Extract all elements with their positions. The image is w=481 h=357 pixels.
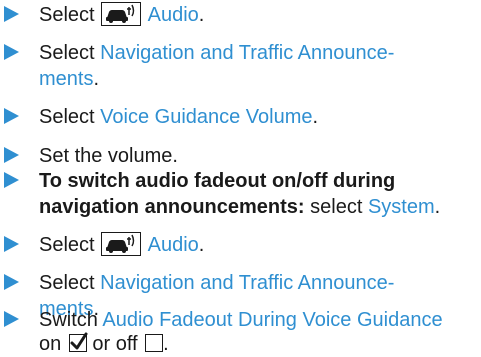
audio-link[interactable]: Audio xyxy=(148,234,199,256)
step-arrow-icon xyxy=(4,236,19,252)
system-link[interactable]: System xyxy=(368,196,435,218)
fadeout-heading: To switch audio fadeout on/off during xyxy=(39,170,396,192)
checkbox-checked-icon xyxy=(68,332,88,352)
step-arrow-icon xyxy=(4,6,19,22)
audio-fadeout-link[interactable]: Audio Fadeout During Voice Guidance xyxy=(102,309,442,331)
step-arrow-icon xyxy=(4,172,19,188)
voice-guidance-volume-link[interactable]: Voice Guidance Volume xyxy=(100,106,312,128)
step-arrow-icon xyxy=(4,311,19,327)
step-arrow-icon xyxy=(4,44,19,60)
checkbox-unchecked-icon xyxy=(145,333,164,352)
car-audio-icon xyxy=(101,231,142,256)
navigation-traffic-link-cont[interactable]: ments xyxy=(39,68,93,90)
step-arrow-icon xyxy=(4,147,19,163)
step-text: Select xyxy=(39,4,95,26)
navigation-traffic-link[interactable]: Navigation and Traffic Announce- xyxy=(100,272,394,294)
car-audio-icon xyxy=(101,1,142,26)
step-arrow-icon xyxy=(4,108,19,124)
navigation-traffic-link[interactable]: Navigation and Traffic Announce- xyxy=(100,42,394,64)
step-arrow-icon xyxy=(4,274,19,290)
audio-link[interactable]: Audio xyxy=(148,4,199,26)
